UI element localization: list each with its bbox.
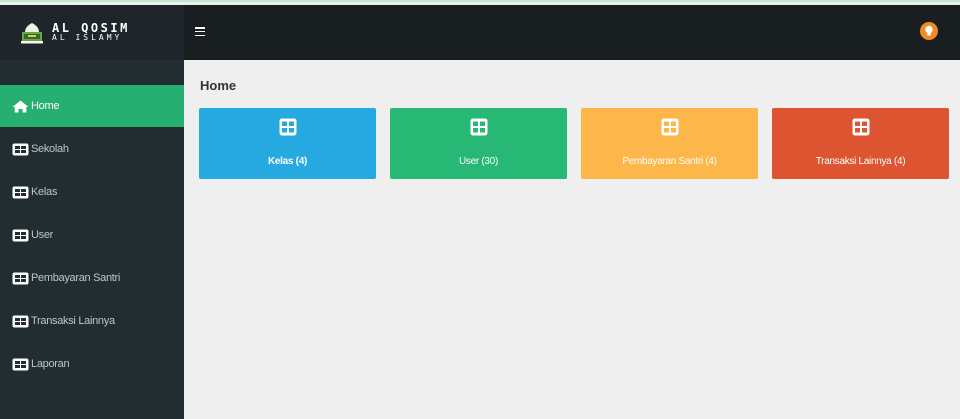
card-transaksi-lainnya[interactable]: Transaksi Lainnya (4) [772,108,949,179]
grid-icon [661,118,678,136]
card-label: Transaksi Lainnya (4) [815,156,906,167]
sidebar-item-label: Kelas [31,186,58,198]
grid-icon [12,358,29,370]
sidebar-item-label: Home [31,100,60,112]
sidebar-item-home[interactable]: Home [0,85,184,127]
card-label: Kelas (4) [268,156,307,167]
sidebar-item-label: User [31,229,54,241]
sidebar: AL QOSIM AL ISLAMY Home Sekolah Kelas Us… [0,5,184,419]
mosque-logo-icon [21,22,43,43]
sidebar-item-user[interactable]: User [0,214,184,256]
home-icon [12,100,29,112]
brand-name: AL QOSIM [52,20,130,35]
sidebar-item-sekolah[interactable]: Sekolah [0,128,184,170]
sidebar-item-label: Sekolah [31,143,69,155]
page-title: Home [200,78,237,93]
sidebar-item-label: Pembayaran Santri [31,272,121,284]
top-navbar [184,5,960,60]
grid-icon [852,118,869,136]
grid-icon [12,229,29,241]
card-user[interactable]: User (30) [390,108,567,179]
sidebar-item-label: Laporan [31,358,70,370]
grid-icon [470,118,487,136]
brand-text: AL QOSIM AL ISLAMY [52,20,130,43]
card-pembayaran-santri[interactable]: Pembayaran Santri (4) [581,108,758,179]
grid-icon [12,315,29,327]
sidebar-item-transaksi-lainnya[interactable]: Transaksi Lainnya [0,300,184,342]
grid-icon [12,186,29,198]
grid-icon [279,118,296,136]
sidebar-item-laporan[interactable]: Laporan [0,343,184,385]
card-kelas[interactable]: Kelas (4) [199,108,376,179]
sidebar-item-kelas[interactable]: Kelas [0,171,184,213]
sidebar-menu: Home Sekolah Kelas User Pembayaran Santr… [0,85,184,386]
brand-subname: AL ISLAMY [52,32,123,42]
card-label: Pembayaran Santri (4) [622,156,717,167]
brand[interactable]: AL QOSIM AL ISLAMY [0,5,184,60]
grid-icon [12,143,29,155]
hamburger-menu-icon[interactable] [195,27,205,37]
card-label: User (30) [459,156,498,167]
lightbulb-icon [925,25,933,36]
sidebar-item-label: Transaksi Lainnya [31,315,115,327]
grid-icon [12,272,29,284]
user-avatar[interactable] [920,22,938,40]
sidebar-item-pembayaran-santri[interactable]: Pembayaran Santri [0,257,184,299]
